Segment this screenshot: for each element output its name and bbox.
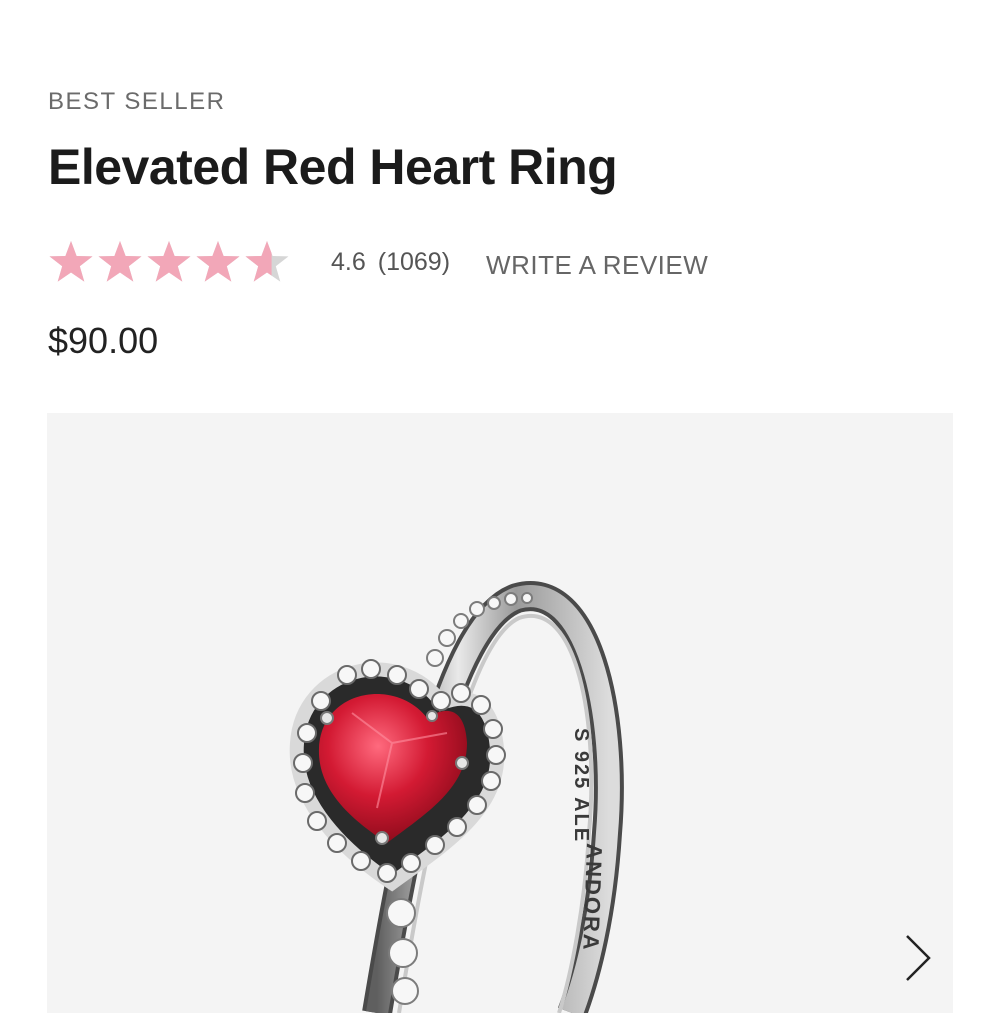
product-title: Elevated Red Heart Ring bbox=[48, 139, 618, 195]
star-rating[interactable] bbox=[48, 239, 293, 285]
product-image-gallery[interactable]: S 925 ALE ANDORA bbox=[47, 413, 953, 1013]
engraving-text-1: S 925 ALE bbox=[570, 728, 592, 843]
rating-value: 4.6 bbox=[331, 247, 366, 276]
ring-photo: S 925 ALE ANDORA bbox=[289, 581, 624, 1013]
star-icon bbox=[195, 239, 241, 285]
write-review-link[interactable]: WRITE A REVIEW bbox=[486, 250, 708, 281]
star-icon bbox=[97, 239, 143, 285]
review-count[interactable]: (1069) bbox=[378, 248, 450, 277]
engraving-text-2: ANDORA bbox=[578, 843, 607, 952]
rating-row: 4.6 (1069) WRITE A REVIEW bbox=[48, 234, 708, 290]
best-seller-badge: BEST SELLER bbox=[48, 88, 226, 115]
star-icon bbox=[48, 239, 94, 285]
star-icon bbox=[244, 239, 290, 285]
product-price: $90.00 bbox=[48, 320, 159, 361]
next-image-button[interactable] bbox=[895, 928, 939, 988]
chevron-right-icon bbox=[906, 935, 931, 981]
star-icon bbox=[146, 239, 192, 285]
